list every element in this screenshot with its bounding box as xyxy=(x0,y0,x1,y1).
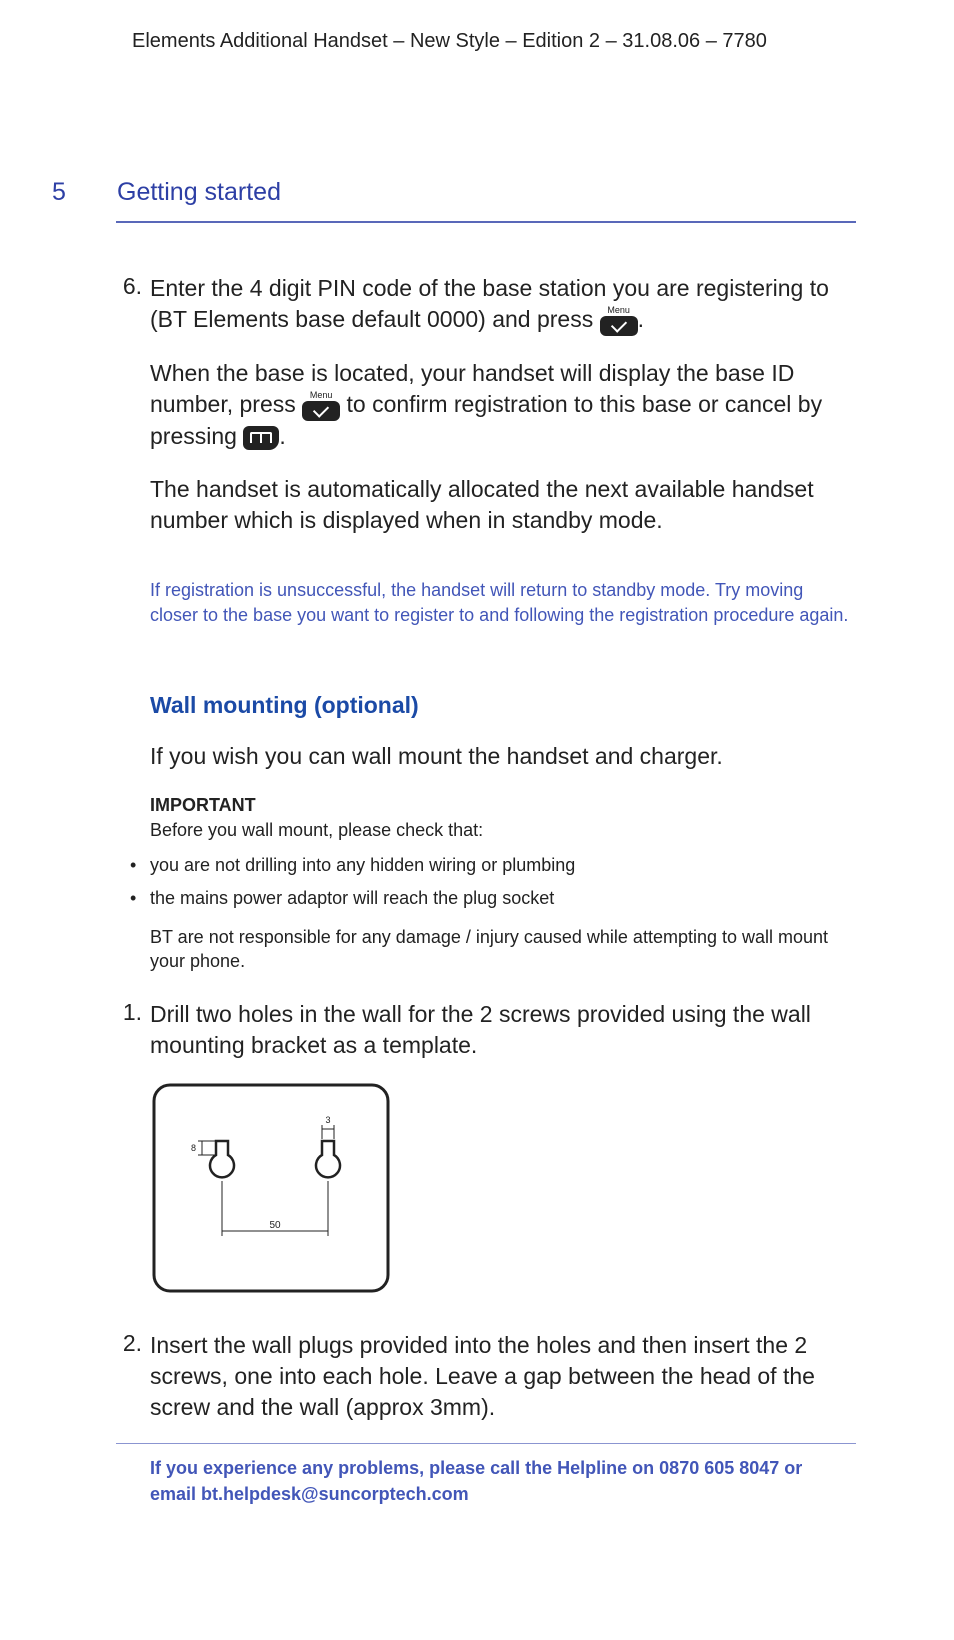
wall-mounting-intro: If you wish you can wall mount the hands… xyxy=(150,741,856,772)
bullet-text: the mains power adaptor will reach the p… xyxy=(150,888,554,909)
bullet-item: • the mains power adaptor will reach the… xyxy=(130,888,856,909)
disclaimer: BT are not responsible for any damage / … xyxy=(150,925,856,974)
footer-divider xyxy=(116,1443,856,1444)
step-6-para-2: When the base is located, your handset w… xyxy=(150,358,856,452)
registration-note: If registration is unsuccessful, the han… xyxy=(150,578,856,628)
diagram-lip-label: 3 xyxy=(325,1115,330,1125)
menu-icon-label: Menu xyxy=(600,306,638,315)
bullet-dot-icon: • xyxy=(130,855,150,876)
menu-check-icon: Menu xyxy=(600,306,638,336)
step-1: 1. Drill two holes in the wall for the 2… xyxy=(116,999,856,1061)
text: Enter the 4 digit PIN code of the base s… xyxy=(150,275,829,332)
step-2-text: Insert the wall plugs provided into the … xyxy=(150,1330,856,1423)
important-title: IMPORTANT xyxy=(150,795,856,816)
section-header-row: 5 Getting started xyxy=(52,178,856,207)
menu-icon-label: Menu xyxy=(302,391,340,400)
divider xyxy=(116,221,856,223)
step-6-para-1: Enter the 4 digit PIN code of the base s… xyxy=(150,273,856,336)
step-number: 1. xyxy=(116,999,150,1061)
bullet-text: you are not drilling into any hidden wir… xyxy=(150,855,575,876)
step-6-para-3: The handset is automatically allocated t… xyxy=(150,474,856,536)
step-6: 6. Enter the 4 digit PIN code of the bas… xyxy=(116,273,856,558)
bullet-item: • you are not drilling into any hidden w… xyxy=(130,855,856,876)
important-line: Before you wall mount, please check that… xyxy=(150,820,856,841)
important-bullets: • you are not drilling into any hidden w… xyxy=(130,855,856,909)
helpline-footer: If you experience any problems, please c… xyxy=(150,1456,856,1506)
step-number: 6. xyxy=(116,273,150,558)
text: . xyxy=(279,423,285,449)
step-1-text: Drill two holes in the wall for the 2 sc… xyxy=(150,999,856,1061)
phonebook-icon xyxy=(243,426,279,450)
step-2: 2. Insert the wall plugs provided into t… xyxy=(116,1330,856,1423)
diagram-height-label: 8 xyxy=(191,1143,196,1153)
step-number: 2. xyxy=(116,1330,150,1423)
wall-mount-diagram: 50 8 3 xyxy=(150,1081,856,1300)
section-title: Getting started xyxy=(117,178,281,207)
document-header: Elements Additional Handset – New Style … xyxy=(132,30,856,53)
page-number: 5 xyxy=(52,178,117,207)
wall-mounting-heading: Wall mounting (optional) xyxy=(150,692,856,719)
bullet-dot-icon: • xyxy=(130,888,150,909)
text: . xyxy=(638,306,644,332)
diagram-width-label: 50 xyxy=(269,1220,281,1231)
menu-check-icon: Menu xyxy=(302,391,340,421)
